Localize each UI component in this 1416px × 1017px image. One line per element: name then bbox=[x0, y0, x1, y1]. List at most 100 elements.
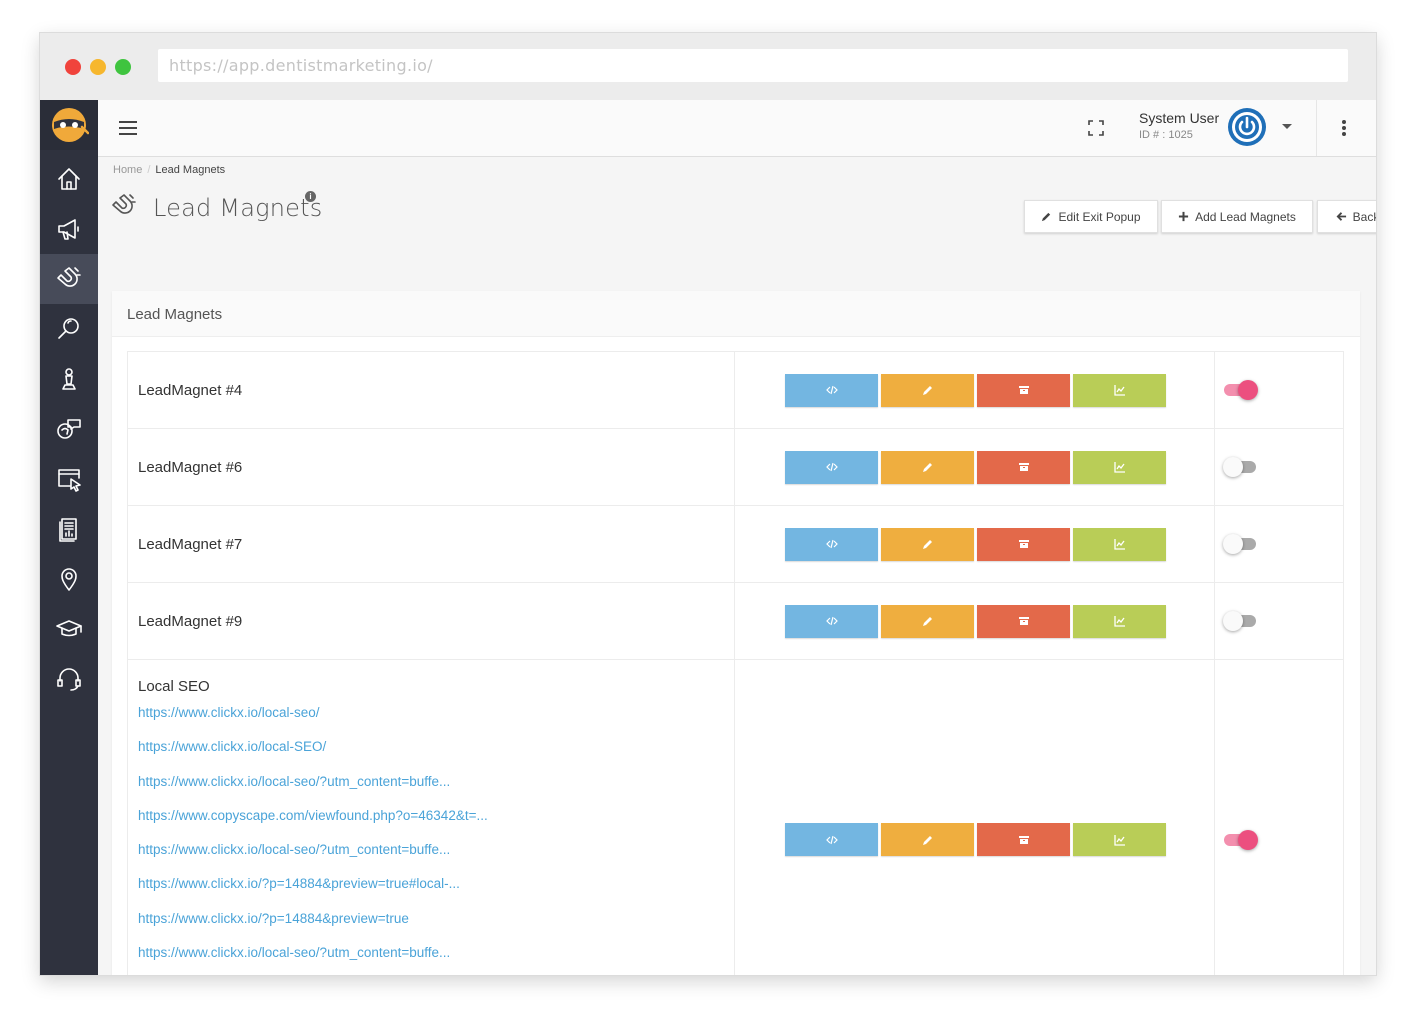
browser-window: https://app.dentistmarketing.io/ System … bbox=[40, 33, 1376, 975]
actions-cell bbox=[734, 428, 1216, 506]
address-bar[interactable]: https://app.dentistmarketing.io/ bbox=[158, 49, 1348, 82]
divider bbox=[1316, 100, 1317, 156]
toggle-off[interactable] bbox=[1223, 456, 1258, 478]
toggle-cell bbox=[1214, 505, 1344, 583]
edit-button[interactable] bbox=[881, 823, 975, 856]
sidebar-item-locations[interactable] bbox=[40, 554, 98, 604]
more-options-icon[interactable] bbox=[1341, 120, 1347, 136]
panel-header: Lead Magnets bbox=[112, 291, 1360, 337]
pencil-icon bbox=[1042, 212, 1051, 222]
line-chart-icon bbox=[1114, 462, 1125, 473]
archive-icon bbox=[1018, 540, 1029, 548]
stats-button[interactable] bbox=[1073, 527, 1167, 561]
minimize-window-dot[interactable] bbox=[90, 59, 106, 75]
code-icon bbox=[825, 539, 838, 549]
toggle-off[interactable] bbox=[1223, 610, 1258, 632]
archive-button[interactable] bbox=[977, 373, 1071, 407]
lead-magnet-name: LeadMagnet #6 bbox=[126, 428, 736, 506]
edit-exit-popup-label: Edit Exit Popup bbox=[1058, 209, 1141, 224]
edit-exit-popup-button[interactable]: Edit Exit Popup bbox=[1024, 200, 1158, 233]
archive-button[interactable] bbox=[977, 823, 1071, 856]
actions-cell bbox=[734, 582, 1216, 660]
table-row: LeadMagnet #9 bbox=[126, 582, 1344, 660]
arrow-left-icon bbox=[1336, 212, 1346, 221]
sidebar-logo[interactable] bbox=[40, 100, 98, 150]
actions-cell bbox=[734, 351, 1216, 429]
close-window-dot[interactable] bbox=[65, 59, 81, 75]
stats-button[interactable] bbox=[1073, 373, 1167, 407]
seo-link[interactable]: https://www.clickx.io/?p=14884&preview=t… bbox=[138, 911, 734, 945]
edit-button[interactable] bbox=[881, 450, 975, 484]
maximize-window-dot[interactable] bbox=[115, 59, 131, 75]
back-button[interactable]: Back bbox=[1317, 200, 1376, 233]
panel-title: Lead Magnets bbox=[127, 306, 223, 323]
toggle-on[interactable] bbox=[1224, 379, 1259, 401]
seo-link[interactable]: https://www.copyscape.com/viewfound.php?… bbox=[138, 808, 734, 842]
archive-button[interactable] bbox=[977, 450, 1071, 484]
edit-button[interactable] bbox=[881, 527, 975, 561]
stats-button[interactable] bbox=[1073, 823, 1167, 856]
sidebar-item-home[interactable] bbox=[40, 154, 98, 204]
table-row: Local SEO https://www.clickx.io/local-seo… bbox=[126, 659, 1344, 975]
user-id: ID # : 1025 bbox=[1139, 129, 1193, 141]
edit-button[interactable] bbox=[881, 373, 975, 407]
megaphone-icon bbox=[58, 219, 79, 240]
embed-code-button[interactable] bbox=[785, 373, 879, 407]
embed-code-button[interactable] bbox=[785, 527, 879, 561]
archive-icon bbox=[1018, 386, 1029, 394]
stats-button[interactable] bbox=[1073, 604, 1167, 638]
breadcrumb-current: Lead Magnets bbox=[155, 164, 226, 176]
seo-link[interactable]: https://www.clickx.io/local-seo/?utm_con… bbox=[138, 842, 734, 876]
embed-code-button[interactable] bbox=[785, 450, 879, 484]
row-actions bbox=[785, 604, 1214, 638]
lead-magnet-name: LeadMagnet #4 bbox=[126, 351, 736, 429]
sidebar-item-seo[interactable] bbox=[40, 304, 98, 354]
search-icon bbox=[58, 318, 79, 339]
info-icon[interactable]: i bbox=[305, 191, 316, 202]
sidebar-item-reports[interactable] bbox=[40, 504, 98, 554]
avatar[interactable] bbox=[1228, 108, 1266, 146]
browser-chrome: https://app.dentistmarketing.io/ bbox=[40, 33, 1376, 100]
sidebar-item-campaigns[interactable] bbox=[40, 204, 98, 254]
sidebar-item-lead-magnets[interactable] bbox=[40, 254, 98, 304]
seo-link[interactable]: https://www.clickx.io/local-SEO/ bbox=[138, 739, 734, 773]
breadcrumb-separator: / bbox=[147, 164, 151, 176]
archive-button[interactable] bbox=[977, 527, 1071, 561]
user-menu-caret-icon[interactable] bbox=[1282, 124, 1292, 129]
sidebar-item-strategy[interactable] bbox=[40, 354, 98, 404]
sidebar-item-website[interactable] bbox=[40, 454, 98, 504]
menu-toggle-icon[interactable] bbox=[119, 121, 137, 135]
embed-code-button[interactable] bbox=[785, 823, 879, 856]
archive-icon bbox=[1018, 835, 1029, 844]
seo-link[interactable]: https://www.clickx.io/local-seo/?utm_con… bbox=[138, 945, 734, 975]
toggle-on[interactable] bbox=[1224, 829, 1259, 851]
add-lead-magnets-label: Add Lead Magnets bbox=[1195, 209, 1296, 224]
add-lead-magnets-button[interactable]: Add Lead Magnets bbox=[1161, 200, 1313, 233]
sidebar-item-support[interactable] bbox=[40, 654, 98, 704]
table-row: LeadMagnet #4 bbox=[126, 351, 1344, 429]
breadcrumb-home[interactable]: Home bbox=[113, 164, 142, 176]
graduation-cap-icon bbox=[56, 620, 82, 637]
archive-icon bbox=[1018, 617, 1029, 625]
seo-link[interactable]: https://www.clickx.io/local-seo/ bbox=[138, 705, 734, 739]
pencil-icon bbox=[922, 386, 932, 395]
sidebar-item-training[interactable] bbox=[40, 604, 98, 654]
embed-code-button[interactable] bbox=[785, 604, 879, 638]
fullscreen-icon[interactable] bbox=[1088, 120, 1104, 136]
user-name[interactable]: System User bbox=[1139, 110, 1219, 126]
sidebar-item-reviews[interactable] bbox=[40, 404, 98, 454]
archive-button[interactable] bbox=[977, 604, 1071, 638]
line-chart-icon bbox=[1114, 539, 1125, 550]
actions-cell bbox=[734, 505, 1216, 583]
toggle-knob bbox=[1238, 829, 1259, 850]
toggle-off[interactable] bbox=[1223, 533, 1258, 555]
magnet-icon bbox=[57, 267, 81, 287]
chess-pawn-icon bbox=[62, 368, 76, 390]
pencil-icon bbox=[922, 617, 932, 626]
seo-link[interactable]: https://www.clickx.io/local-seo/?utm_con… bbox=[138, 774, 734, 808]
code-icon bbox=[825, 616, 838, 626]
stats-button[interactable] bbox=[1073, 450, 1167, 484]
line-chart-icon bbox=[1114, 616, 1125, 627]
seo-link[interactable]: https://www.clickx.io/?p=14884&preview=t… bbox=[138, 876, 734, 910]
edit-button[interactable] bbox=[881, 604, 975, 638]
